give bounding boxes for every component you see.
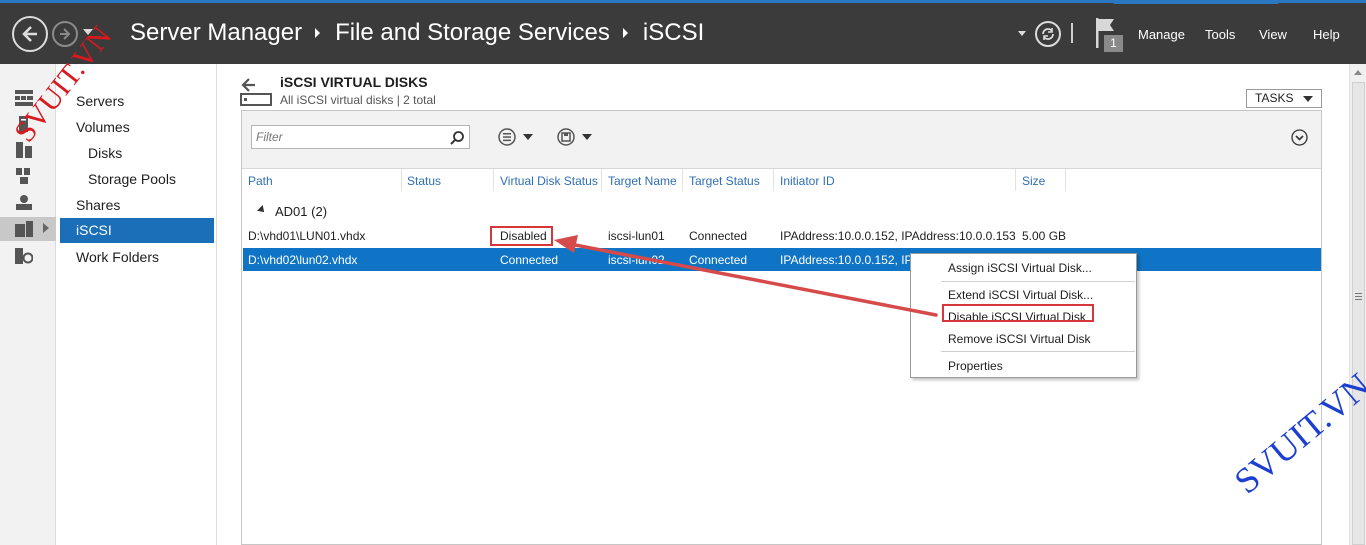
cell-target-status: Connected	[689, 229, 748, 243]
breadcrumb-server-manager[interactable]: Server Manager	[130, 19, 302, 47]
column-header-target-status[interactable]: Target Status	[689, 174, 760, 188]
nav-item-storage-pools[interactable]: Storage Pools	[60, 167, 214, 192]
column-separator	[1015, 169, 1016, 191]
nav-item-iscsi[interactable]: iSCSI	[60, 218, 214, 243]
disable-highlight-box	[942, 304, 1094, 322]
nav-item-volumes[interactable]: Volumes	[60, 115, 214, 140]
query-options-button[interactable]	[498, 128, 533, 146]
disabled-highlight-box	[490, 226, 553, 246]
breadcrumb-separator-icon	[622, 28, 628, 38]
column-header-size[interactable]: Size	[1022, 174, 1045, 188]
menu-item-extend[interactable]: Extend iSCSI Virtual Disk...	[948, 288, 1093, 302]
save-icon	[557, 128, 575, 146]
cell-initiator-id: IPAddress:10.0.0.152, IPA	[780, 253, 920, 267]
column-separator	[493, 169, 494, 191]
table-row[interactable]: D:\vhd01\LUN01.vhdx Disabled iscsi-lun01…	[243, 224, 1321, 247]
nav-item-shares[interactable]: Shares	[60, 193, 214, 218]
chevron-down-icon	[523, 134, 533, 140]
window-tab	[1112, 0, 1280, 4]
grip-line	[1355, 299, 1362, 300]
tasks-dropdown[interactable]: TASKS	[1246, 89, 1322, 108]
grip-line	[1355, 296, 1362, 297]
column-header-status[interactable]: Status	[407, 174, 441, 188]
nav-item-servers[interactable]: Servers	[60, 89, 214, 114]
tasks-label: TASKS	[1255, 91, 1294, 105]
search-icon[interactable]	[449, 130, 465, 146]
file-storage-icon[interactable]	[15, 221, 33, 237]
menu-item-remove[interactable]: Remove iSCSI Virtual Disk	[948, 332, 1091, 346]
chevron-down-icon	[582, 134, 592, 140]
back-arrow-icon	[22, 26, 37, 42]
refresh-icon	[1042, 28, 1054, 40]
menu-separator	[941, 351, 1135, 352]
menu-item-properties[interactable]: Properties	[948, 359, 1003, 373]
ad-ds-icon[interactable]	[15, 168, 33, 184]
group-label[interactable]: AD01 (2)	[275, 204, 327, 219]
breadcrumb: Server Manager File and Storage Services…	[130, 19, 704, 47]
column-header-initiator-id[interactable]: Initiator ID	[780, 174, 835, 188]
chevron-down-icon	[1303, 96, 1313, 102]
table-row-selected[interactable]: D:\vhd02\lun02.vhdx Connected iscsi-lun0…	[243, 248, 1321, 271]
menu-view[interactable]: View	[1259, 27, 1287, 42]
column-separator	[401, 169, 402, 191]
forward-arrow-icon	[60, 28, 71, 40]
cell-size: 5.00 GB	[1022, 229, 1067, 243]
iis-icon[interactable]	[15, 248, 33, 264]
column-separator	[773, 169, 774, 191]
navigation-pane: Servers Volumes Disks Storage Pools Shar…	[58, 64, 217, 545]
refresh-button[interactable]	[1035, 21, 1061, 47]
section-title: iSCSI VIRTUAL DISKS	[280, 74, 428, 90]
scroll-thumb[interactable]	[1352, 82, 1365, 545]
save-query-button[interactable]	[557, 128, 592, 146]
back-button[interactable]	[12, 16, 48, 52]
column-separator	[1065, 169, 1066, 191]
filter-input[interactable]	[252, 126, 442, 148]
notification-count-badge: 1	[1104, 35, 1123, 52]
rail-expand-arrow-icon[interactable]	[43, 223, 49, 233]
cell-target-name: iscsi-lun01	[608, 229, 665, 243]
scroll-up-icon[interactable]	[1354, 70, 1362, 75]
filter-box	[251, 125, 470, 149]
cell-path: D:\vhd01\LUN01.vhdx	[248, 229, 366, 243]
cell-target-name: iscsi-lun02	[608, 253, 665, 267]
breadcrumb-file-storage[interactable]: File and Storage Services	[335, 19, 610, 47]
nav-item-disks[interactable]: Disks	[60, 141, 214, 166]
grip-line	[1355, 293, 1362, 294]
section-subtitle: All iSCSI virtual disks | 2 total	[280, 93, 436, 107]
toolbar-divider	[1071, 23, 1073, 43]
menu-help[interactable]: Help	[1313, 27, 1340, 42]
cell-initiator-id: IPAddress:10.0.0.152, IPAddress:10.0.0.1…	[780, 229, 1016, 243]
column-header-path[interactable]: Path	[248, 174, 273, 188]
list-options-icon	[498, 128, 516, 146]
menu-separator	[941, 281, 1135, 282]
title-bar: Server Manager File and Storage Services…	[0, 0, 1366, 64]
menu-item-assign[interactable]: Assign iSCSI Virtual Disk...	[948, 261, 1092, 275]
menu-tools[interactable]: Tools	[1205, 27, 1235, 42]
nav-item-work-folders[interactable]: Work Folders	[60, 245, 214, 270]
chevron-down-icon[interactable]	[1018, 31, 1026, 36]
column-header-virtual-disk-status[interactable]: Virtual Disk Status	[500, 174, 598, 188]
vertical-scrollbar[interactable]	[1349, 64, 1366, 545]
cell-virtual-disk-status: Connected	[500, 253, 559, 267]
cell-path: D:\vhd02\lun02.vhdx	[248, 253, 358, 267]
breadcrumb-iscsi[interactable]: iSCSI	[643, 19, 704, 47]
dns-icon[interactable]	[15, 194, 33, 210]
column-separator	[682, 169, 683, 191]
menu-manage[interactable]: Manage	[1138, 27, 1185, 42]
column-header-target-name[interactable]: Target Name	[608, 174, 677, 188]
cell-target-status: Connected	[689, 253, 748, 267]
collapse-expand-icon[interactable]	[1291, 129, 1308, 146]
breadcrumb-separator-icon	[315, 28, 321, 38]
column-separator	[601, 169, 602, 191]
iscsi-disk-icon	[240, 78, 272, 106]
